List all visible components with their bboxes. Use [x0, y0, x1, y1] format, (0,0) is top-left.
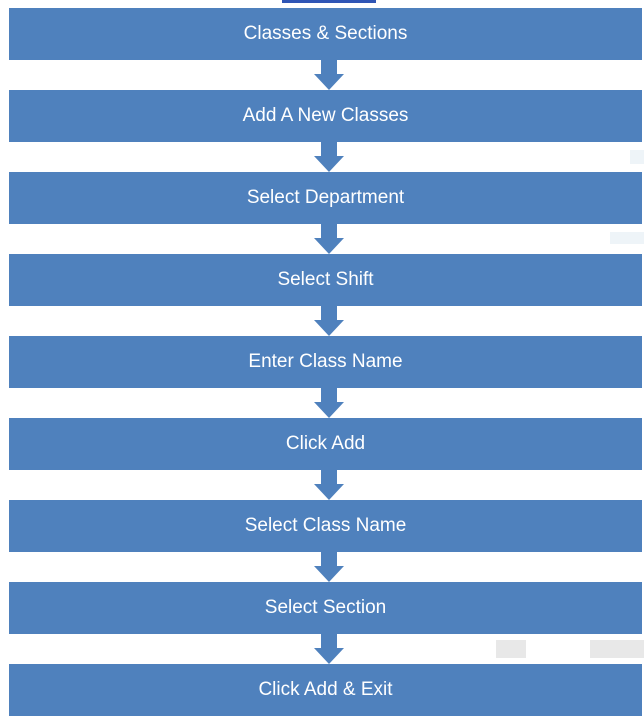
down-arrow-icon [314, 470, 344, 500]
down-arrow-icon [314, 60, 344, 90]
step-classes-and-sections: Classes & Sections [9, 8, 642, 60]
step-label: Select Class Name [244, 515, 407, 536]
down-arrow-icon [314, 142, 344, 172]
step-label: Click Add [285, 433, 366, 454]
step-label: Add A New Classes [242, 105, 409, 126]
step-select-section: Select Section [9, 582, 642, 634]
scan-artifact [610, 232, 644, 244]
step-label: Select Section [264, 597, 387, 618]
down-arrow-icon [314, 224, 344, 254]
step-click-add-and-exit: Click Add & Exit [9, 664, 642, 716]
down-arrow-icon [314, 306, 344, 336]
step-label: Select Shift [277, 269, 374, 290]
scan-artifact [496, 640, 526, 658]
step-click-add: Click Add [9, 418, 642, 470]
down-arrow-icon [314, 634, 344, 664]
step-label: Select Department [246, 187, 405, 208]
flowchart: Classes & Sections Add A New Classes Sel… [0, 0, 644, 720]
step-enter-class-name: Enter Class Name [9, 336, 642, 388]
scan-artifact [630, 150, 644, 164]
step-add-a-new-classes: Add A New Classes [9, 90, 642, 142]
step-select-class-name: Select Class Name [9, 500, 642, 552]
step-label: Classes & Sections [243, 23, 408, 44]
step-label: Click Add & Exit [258, 679, 393, 700]
step-label: Enter Class Name [248, 351, 403, 372]
step-select-shift: Select Shift [9, 254, 642, 306]
down-arrow-icon [314, 388, 344, 418]
scan-artifact [590, 640, 644, 658]
down-arrow-icon [314, 552, 344, 582]
step-select-department: Select Department [9, 172, 642, 224]
